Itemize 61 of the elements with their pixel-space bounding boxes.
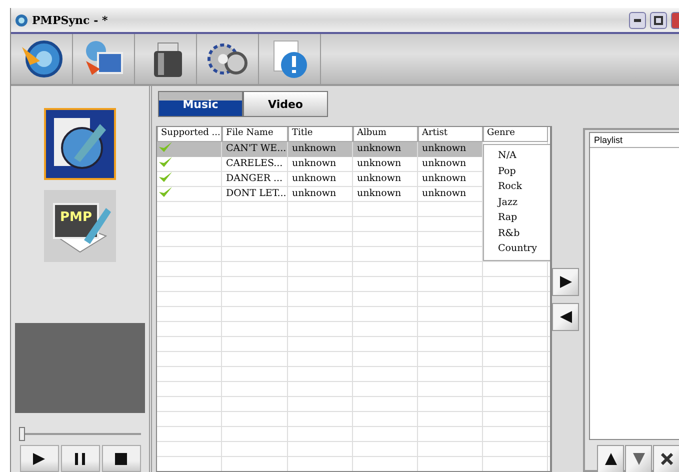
close-button[interactable] <box>671 12 679 28</box>
table-cell-text: CAN'T WE... <box>225 142 288 156</box>
add-button[interactable] <box>552 268 579 296</box>
arrow-right-icon <box>560 276 572 288</box>
table-cell-text: unknown <box>421 157 468 171</box>
stop-icon <box>115 452 127 464</box>
maximize-icon <box>654 16 663 24</box>
pause-icon <box>74 452 86 464</box>
move-delete-button[interactable] <box>653 445 679 472</box>
table-cell-text: unknown <box>291 172 338 186</box>
remove-button[interactable] <box>552 303 579 331</box>
minimize-icon <box>634 18 641 22</box>
menu-item[interactable]: Pop <box>484 164 550 179</box>
column-header[interactable]: Artist <box>418 127 483 142</box>
menu-item[interactable]: Rap <box>484 210 550 226</box>
table-cell-text: unknown <box>291 142 338 156</box>
pause-button[interactable] <box>60 445 100 472</box>
mode-button[interactable] <box>44 108 116 180</box>
minimize-button[interactable] <box>629 12 646 28</box>
table-cell-text: unknown <box>421 187 468 201</box>
menu-item[interactable]: Country <box>484 241 550 256</box>
mode-button[interactable]: PMP <box>44 190 116 262</box>
seek-slider[interactable] <box>19 427 141 441</box>
arrow-left-icon <box>560 311 572 323</box>
column-header[interactable]: Playlist <box>590 133 679 148</box>
column-header[interactable]: Genre <box>483 127 548 142</box>
tab[interactable]: Video <box>243 91 328 117</box>
table-cell-text: unknown <box>356 142 402 156</box>
arrow-down-icon <box>632 453 644 465</box>
slider-thumb[interactable] <box>19 427 25 441</box>
table-cell-text: unknown <box>356 187 402 201</box>
maximize-button[interactable] <box>650 12 667 28</box>
table-cell-text: DANGER ... <box>225 172 284 186</box>
delete-icon <box>660 453 672 465</box>
menu-item[interactable]: Jazz <box>484 194 550 210</box>
table-cell-text: unknown <box>356 172 402 186</box>
menu-item[interactable]: R&b <box>484 226 550 241</box>
move-up-button[interactable] <box>597 445 624 472</box>
column-header[interactable]: Supported ... <box>157 127 222 142</box>
globe-arrow-icon <box>20 39 64 79</box>
window-title: PMPSync - * <box>32 14 109 26</box>
move-down-button[interactable] <box>625 445 652 472</box>
table-cell-text: unknown <box>291 157 338 171</box>
column-header[interactable]: Title <box>288 127 353 142</box>
menu-item[interactable]: N/A <box>484 148 550 164</box>
play-icon <box>33 452 45 464</box>
app-icon <box>15 14 28 26</box>
menu-item[interactable]: Rock <box>484 179 550 194</box>
stop-button[interactable] <box>102 445 140 472</box>
tab[interactable]: Music <box>158 91 243 117</box>
table-cell-text: unknown <box>356 157 402 171</box>
table-cell-text: unknown <box>421 142 468 156</box>
table-cell-text: DONT LET... <box>225 187 288 201</box>
table-cell-text: CARELES... <box>225 157 284 171</box>
play-button[interactable] <box>20 445 58 472</box>
column-header[interactable]: Album <box>353 127 418 142</box>
table-cell-text: unknown <box>291 187 338 201</box>
column-header[interactable]: File Name <box>222 127 288 142</box>
pmp-label: PMP <box>60 210 92 225</box>
arrow-up-icon <box>604 453 616 465</box>
table-cell-text: unknown <box>421 172 468 186</box>
